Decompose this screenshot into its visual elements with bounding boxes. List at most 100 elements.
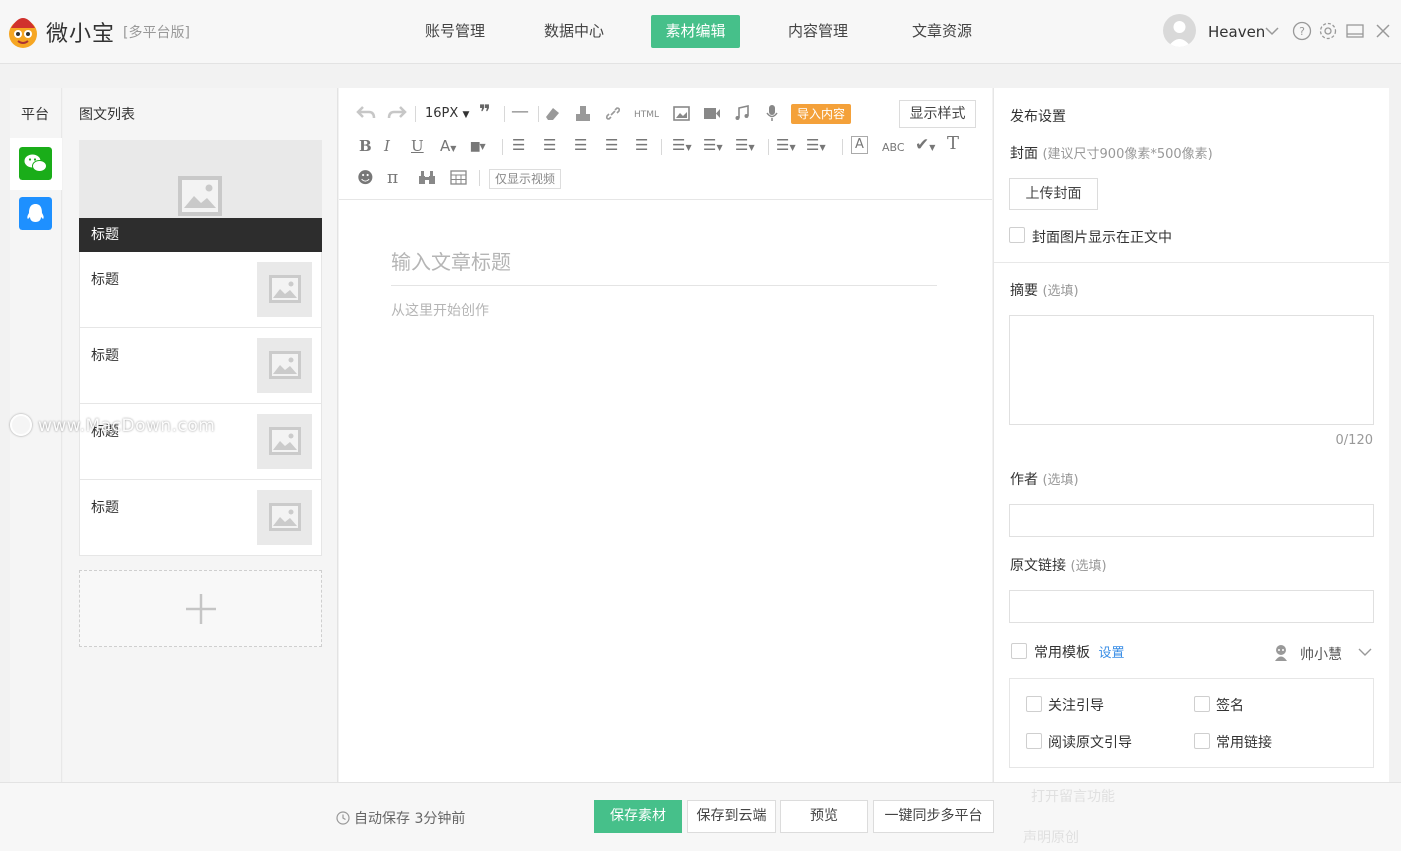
article-body-editor[interactable]: 从这里开始创作 [391,300,489,320]
platform-title: 平台 [21,107,49,123]
image-placeholder-icon [269,275,301,303]
font-size-select[interactable]: 16PX ▼ [425,104,469,125]
template-settings-link[interactable]: 设置 [1098,646,1124,661]
bold-icon[interactable]: B [359,136,372,156]
chevron-down-icon[interactable] [1357,646,1373,658]
minimize-icon[interactable] [1344,20,1366,42]
eraser-icon[interactable] [543,105,561,122]
platform-wechat-button[interactable] [10,138,62,190]
preview-button[interactable]: 预览 [780,800,868,833]
ordered-list-icon[interactable]: ☰▼ [776,135,796,158]
svg-text:?: ? [1299,25,1305,38]
close-icon[interactable] [1372,20,1394,42]
checkmark-icon[interactable]: ✔▼ [915,135,935,158]
nav-data-center[interactable]: 数据中心 [538,15,610,48]
image-placeholder-icon [269,351,301,379]
platform-qq-button[interactable] [10,188,62,240]
video-only-toggle[interactable]: 仅显示视频 [489,169,562,189]
nav-content-management[interactable]: 内容管理 [782,15,854,48]
show-cover-checkbox[interactable] [1009,227,1025,243]
font-size-value: 16PX [425,106,459,121]
summary-optional-hint: (选填) [1042,284,1079,299]
font-color-icon[interactable]: A▼ [440,136,456,159]
formula-icon[interactable]: π [387,168,398,188]
save-material-button[interactable]: 保存素材 [594,800,682,833]
emoji-icon[interactable]: ☻ [357,168,374,188]
sync-multi-platform-button[interactable]: 一键同步多平台 [873,800,994,833]
read-original-guide-checkbox[interactable] [1026,733,1042,749]
show-cover-label: 封面图片显示在正文中 [1032,230,1172,246]
text-style-icon[interactable]: T [947,134,959,154]
gear-icon[interactable] [1317,20,1339,42]
chevron-down-icon[interactable] [1264,24,1280,38]
import-content-button[interactable]: 导入内容 [791,104,851,124]
add-article-button[interactable] [79,570,322,647]
horizontal-rule-icon[interactable]: — [511,102,529,122]
table-icon[interactable] [450,170,467,185]
insert-audio-icon[interactable] [734,105,750,121]
unordered-list-icon[interactable]: ☰▼ [806,135,826,158]
undo-icon[interactable] [356,105,376,121]
article-title-input[interactable]: 输入文章标题 [391,246,937,286]
author-input[interactable] [1009,504,1374,537]
cover-article-card[interactable]: 标题 [79,140,322,252]
microphone-icon[interactable] [765,104,779,122]
source-link-input[interactable] [1009,590,1374,623]
signature-label: 签名 [1216,698,1244,714]
template-checkbox[interactable] [1011,643,1027,659]
line-height-icon[interactable]: ☰▼ [672,135,692,158]
paragraph-spacing-icon[interactable]: ☰▼ [703,135,723,158]
indent-icon[interactable]: ☰ [512,135,525,155]
spellcheck-icon[interactable]: ABC [882,138,905,158]
align-right-icon[interactable]: ☰ [605,135,618,155]
letter-spacing-icon[interactable]: ☰▼ [735,135,755,158]
assistant-name[interactable]: 帅小慧 [1300,644,1342,664]
summary-textarea[interactable] [1009,315,1374,425]
underline-icon[interactable]: U [411,136,424,156]
author-section-label: 作者 (选填) [1010,469,1079,489]
list-item-thumbnail [257,262,312,317]
signature-checkbox[interactable] [1194,696,1210,712]
nav-account-management[interactable]: 账号管理 [420,15,490,48]
plus-icon [186,594,216,624]
align-left-icon[interactable]: ☰ [543,135,556,155]
source-link-label: 原文链接 [1010,558,1066,574]
insert-image-icon[interactable] [673,106,690,121]
highlight-color-icon[interactable]: ▆▼ [471,136,486,157]
publish-settings-title: 发布设置 [1010,109,1066,125]
list-item-title: 标题 [91,348,119,364]
list-item[interactable]: 标题 [79,252,322,328]
common-links-checkbox[interactable] [1194,733,1210,749]
help-icon[interactable]: ? [1291,20,1313,42]
source-link-optional-hint: (选填) [1070,559,1107,574]
align-center-icon[interactable]: ☰ [574,135,587,155]
list-item[interactable]: 标题 [79,480,322,556]
editor-toolbar: 16PX ▼ ❞ — HTML 导入内容 显示样式 B I U A▼ ▆▼ ☰ … [339,88,992,200]
summary-section-label: 摘要 (选填) [1010,280,1079,300]
insert-video-icon[interactable] [703,107,721,120]
list-item[interactable]: 标题 [79,328,322,404]
qq-icon [19,197,52,230]
cover-size-hint: (建议尺寸900像素*500像素) [1042,147,1213,162]
app-name: 微小宝 [46,22,116,47]
image-placeholder-icon [269,503,301,531]
format-painter-icon[interactable] [575,105,591,122]
avatar[interactable] [1163,14,1196,47]
html-source-icon[interactable]: HTML [634,105,659,125]
italic-icon[interactable]: I [384,136,390,156]
show-style-button[interactable]: 显示样式 [899,100,976,128]
search-replace-icon[interactable] [418,170,436,185]
align-justify-icon[interactable]: ☰ [635,135,648,155]
nav-material-edit[interactable]: 素材编辑 [651,15,740,48]
user-name[interactable]: Heaven [1208,23,1265,41]
quote-icon[interactable]: ❞ [479,102,491,122]
link-icon[interactable] [605,106,621,121]
upload-cover-button[interactable]: 上传封面 [1009,178,1098,210]
declare-original-label: 声明原创 [1023,830,1079,846]
redo-icon[interactable] [387,105,407,121]
nav-article-resources[interactable]: 文章资源 [906,15,978,48]
source-link-section-label: 原文链接 (选填) [1010,555,1107,575]
text-border-icon[interactable]: A [851,136,868,154]
save-to-cloud-button[interactable]: 保存到云端 [687,800,776,833]
follow-guide-checkbox[interactable] [1026,696,1042,712]
